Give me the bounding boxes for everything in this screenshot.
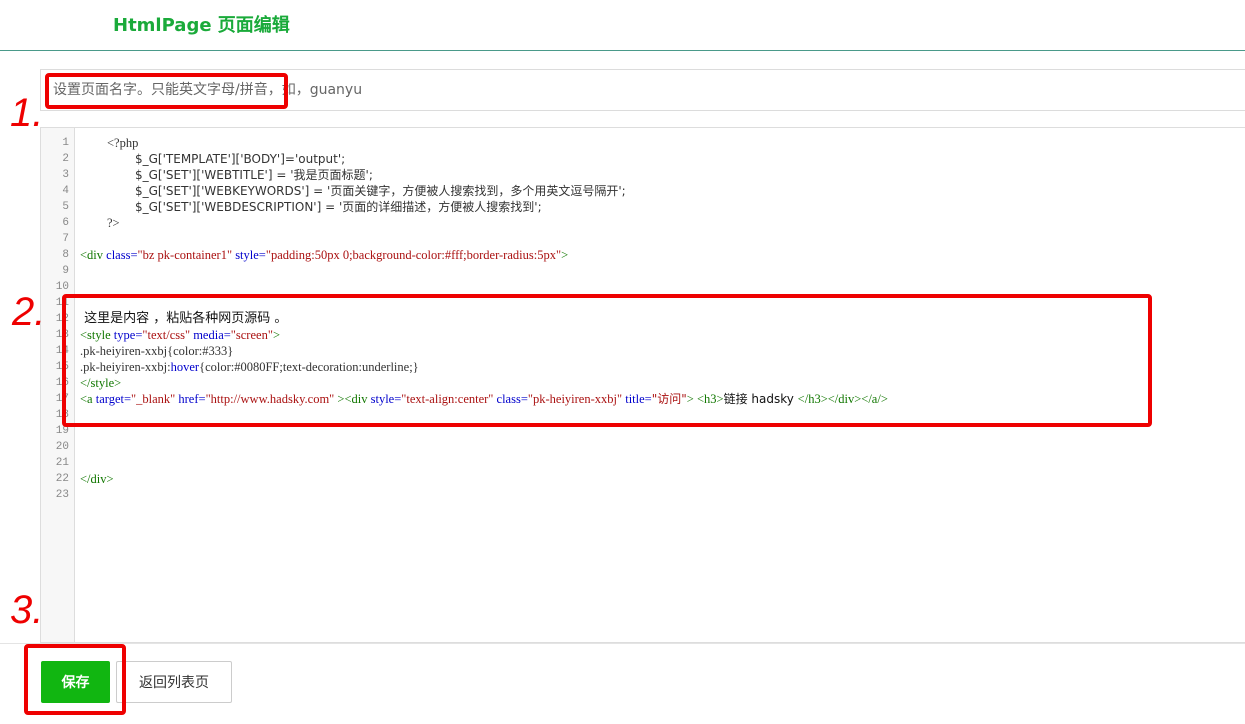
code-token: style= — [232, 248, 266, 262]
code-token: {color:#0080FF;text-decoration:underline… — [199, 360, 419, 374]
code-line: <?php — [107, 136, 139, 150]
code-line: <style type="text/css" media="screen"> — [80, 327, 280, 343]
code-line: $_G['SET']['WEBDESCRIPTION'] = '页面的详细描述，… — [135, 200, 542, 214]
code-token: title= — [622, 392, 652, 406]
code-token: "screen" — [230, 328, 273, 342]
code-line: .pk-heiyiren-xxbj:hover{color:#0080FF;te… — [80, 359, 419, 375]
line-number: 21 — [55, 457, 69, 469]
code-token: "text/css" — [142, 328, 191, 342]
annotation-label-1: 1. — [10, 91, 44, 135]
line-number: 14 — [55, 345, 69, 357]
page-header: HtmlPage 页面编辑 — [0, 0, 1245, 51]
code-line: $_G['TEMPLATE']['BODY']='output'; — [135, 152, 346, 166]
page-name-row — [40, 69, 1245, 111]
code-line: </div> — [80, 472, 114, 486]
line-number: 15 — [55, 361, 69, 373]
line-number: 2 — [62, 153, 69, 165]
code-editor[interactable]: 1 2 3 4 5 6 7 8 9 10 11 12 13 14 15 16 1… — [40, 127, 1245, 643]
line-number-gutter: 1 2 3 4 5 6 7 8 9 10 11 12 13 14 15 16 1… — [41, 128, 75, 642]
code-token: > — [272, 328, 280, 342]
code-line: $_G['SET']['WEBTITLE'] = '我是页面标题'; — [135, 168, 373, 182]
code-token: href= — [175, 392, 206, 406]
line-number: 18 — [55, 409, 69, 421]
code-token: "pk-heiyiren-xxbj" — [527, 392, 623, 406]
line-number: 1 — [62, 137, 69, 149]
code-token: <div — [344, 392, 368, 406]
code-line: .pk-heiyiren-xxbj{color:#333} — [80, 344, 234, 358]
line-number: 7 — [62, 233, 69, 245]
code-line: <a target="_blank" href="http://www.hads… — [80, 391, 888, 407]
code-token: <style — [80, 328, 111, 342]
code-token: "http://www.hadsky.com" — [205, 392, 335, 406]
line-number: 23 — [55, 489, 69, 501]
code-line: 这里是内容 ，粘贴各种网页源码 。 — [80, 311, 288, 326]
code-token: type= — [110, 328, 143, 342]
code-token: style= — [367, 392, 402, 406]
code-token: "_blank" — [131, 392, 176, 406]
line-number: 16 — [55, 377, 69, 389]
code-token: <div — [80, 248, 104, 262]
line-number: 4 — [62, 185, 69, 197]
code-token: "访问" — [651, 392, 687, 406]
code-token: "text-align:center" — [401, 392, 494, 406]
code-token: class= — [493, 392, 528, 406]
code-token: .pk-heiyiren-xxbj: — [80, 360, 171, 374]
line-number: 19 — [55, 425, 69, 437]
page-name-input[interactable] — [41, 70, 1245, 110]
line-number: 3 — [62, 169, 69, 181]
line-number: 9 — [62, 265, 69, 277]
code-line: <div class="bz pk-container1" style="pad… — [80, 247, 568, 263]
annotation-label-2: 2. — [12, 290, 46, 334]
code-token: > — [334, 392, 345, 406]
code-token: <h3> — [693, 392, 724, 406]
code-line: </style> — [80, 376, 122, 390]
code-token: </h3></div></a/> — [797, 392, 888, 406]
code-token: "bz pk-container1" — [137, 248, 233, 262]
annotation-label-3: 3. — [10, 588, 44, 632]
code-line: ?> — [107, 216, 120, 230]
code-token: "padding:50px 0;background-color:#fff;bo… — [265, 248, 562, 262]
code-token: 链接 hadsky — [723, 392, 798, 406]
code-token: > — [561, 248, 569, 262]
line-number: 8 — [62, 249, 69, 261]
back-to-list-button[interactable]: 返回列表页 — [116, 661, 232, 703]
code-token: target= — [92, 392, 132, 406]
code-token: class= — [103, 248, 138, 262]
line-number: 5 — [62, 201, 69, 213]
line-number: 22 — [55, 473, 69, 485]
code-token: <a — [80, 392, 93, 406]
code-token: media= — [190, 328, 231, 342]
save-button[interactable]: 保存 — [41, 661, 110, 703]
code-token: hover — [170, 360, 200, 374]
code-token: > — [686, 392, 694, 406]
code-line: $_G['SET']['WEBKEYWORDS'] = '页面关键字，方便被人搜… — [135, 184, 626, 198]
line-number: 17 — [55, 393, 69, 405]
page-title: HtmlPage 页面编辑 — [113, 15, 290, 36]
line-number: 6 — [62, 217, 69, 229]
line-number: 20 — [55, 441, 69, 453]
